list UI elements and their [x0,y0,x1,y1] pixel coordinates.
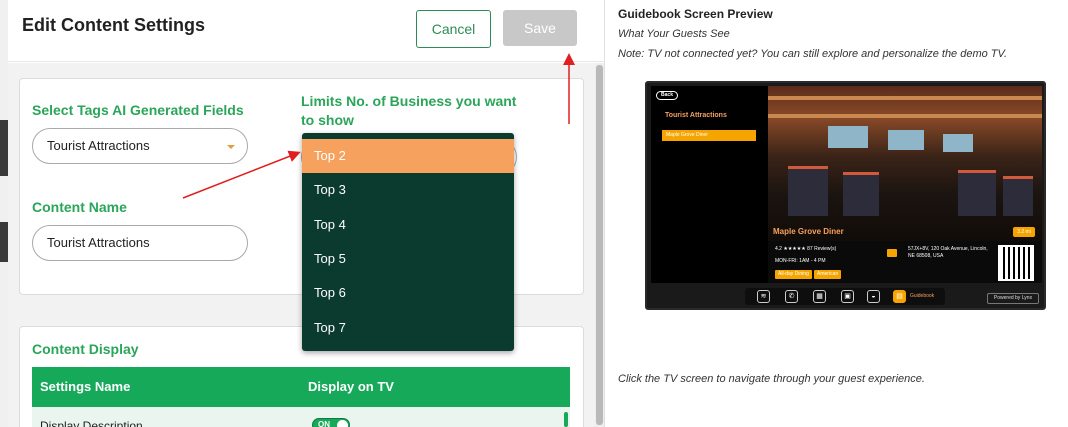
toggle-state: ON [318,420,330,427]
concierge-icon[interactable]: ◒ [867,290,880,303]
tv-preview[interactable]: Back Tourist Attractions Maple Grove Din… [645,81,1046,310]
dropdown-option-top-7[interactable]: Top 7 [302,311,514,345]
tv-navigation-bar: ≋ ✆ ▦ ▣ ◒ ▤ Guidebook [745,288,945,305]
dropdown-option-top-6[interactable]: Top 6 [302,276,514,310]
tv-rating: 4.2 ★★★★★ 87 Review(s) [775,246,837,252]
tv-category-title: Tourist Attractions [665,112,727,119]
photo-window [828,126,868,148]
toggle-knob [337,420,348,427]
caret-down-icon [227,145,235,149]
wifi-icon[interactable]: ≋ [757,290,770,303]
content-name-label: Content Name [32,199,127,215]
photo-beam [768,114,1042,118]
background-page-edge [0,0,8,427]
tags-select-value: Tourist Attractions [47,138,150,153]
limits-dropdown-menu: Top 2 Top 3 Top 4 Top 5 Top 6 Top 7 [302,133,514,351]
tv-chip: American [814,270,842,279]
content-name-value: Tourist Attractions [47,235,150,250]
photo-window [943,134,973,152]
preview-subtitle: What Your Guests See [618,28,730,40]
tv-business-name: Maple Grove Diner [773,227,844,236]
powered-by-badge: Powered by Lynx [987,293,1039,304]
dropdown-option-top-2[interactable]: Top 2 [302,139,514,173]
dropdown-option-top-3[interactable]: Top 3 [302,173,514,207]
column-display-on-tv: Display on TV [308,379,394,394]
tv-list-item[interactable]: Maple Grove Diner [662,130,756,141]
photo-machine [843,172,879,216]
dropdown-option-top-5[interactable]: Top 5 [302,242,514,276]
display-description-toggle[interactable]: ON [312,418,350,427]
drag-handle-icon[interactable] [564,412,568,427]
preview-panel: Guidebook Screen Preview What Your Guest… [604,0,1068,427]
editor-scrollbar[interactable] [595,63,604,427]
tv-business-info: 4.2 ★★★★★ 87 Review(s) MON-FRI: 1AM - 4 … [768,241,1042,283]
qr-code-icon [998,245,1034,281]
page-title: Edit Content Settings [22,15,205,35]
tags-select[interactable]: Tourist Attractions [32,128,248,164]
tv-icon[interactable]: ▣ [841,290,854,303]
preview-footer: Click the TV screen to navigate through … [618,373,925,385]
tv-small-badge [887,249,897,257]
limits-field-label: Limits No. of Business you want [301,93,517,109]
settings-table-header: Settings Name Display on TV [32,367,570,407]
content-name-input[interactable]: Tourist Attractions [32,225,248,261]
tv-back-button[interactable]: Back [656,91,678,100]
tv-hours: MON-FRI: 1AM - 4 PM [775,258,826,264]
photo-window [888,130,924,150]
photo-machine [958,170,996,216]
cancel-button[interactable]: Cancel [416,10,491,48]
phone-icon[interactable]: ✆ [785,290,798,303]
grid-icon[interactable]: ▦ [813,290,826,303]
table-row: Display Description [32,407,570,427]
photo-beam [768,96,1042,100]
scrollbar-thumb[interactable] [596,65,603,425]
limits-field-label-line2: to show [301,112,354,128]
preview-note: Note: TV not connected yet? You can stil… [618,48,1008,60]
tv-screen[interactable]: Back Tourist Attractions Maple Grove Din… [651,86,1042,283]
editor-header: Edit Content Settings Cancel Save [8,0,604,62]
content-display-title: Content Display [32,341,139,357]
preview-title: Guidebook Screen Preview [618,7,773,21]
row-setting-name: Display Description [40,419,143,427]
tv-distance-badge: 3.2 mi [1013,227,1035,237]
guidebook-icon[interactable]: ▤ [893,290,906,303]
app-root: Edit Content Settings Cancel Save Select… [0,0,1068,427]
background-page-block [0,222,8,262]
tv-bar-label: Guidebook [910,293,935,299]
column-settings-name: Settings Name [40,379,131,394]
tags-field-label: Select Tags AI Generated Fields [32,102,244,118]
background-page-block [0,120,8,176]
tv-chip: All-day Dining [775,270,812,279]
tv-business-photo [768,86,1042,241]
tv-address: 57JX+8V, 120 Oak Avenue, Lincoln, NE 685… [908,246,988,259]
save-button[interactable]: Save [503,10,577,46]
photo-machine [788,166,828,216]
photo-machine [1003,176,1033,216]
dropdown-option-top-4[interactable]: Top 4 [302,208,514,242]
